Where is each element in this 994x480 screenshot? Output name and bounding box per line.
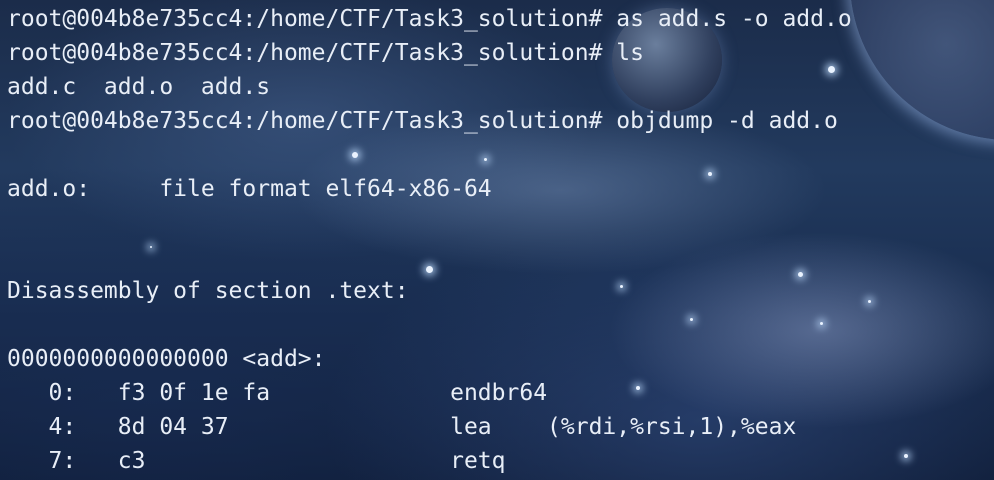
star-decoration <box>868 300 871 303</box>
symbol-label-line: 0000000000000000 <add>: <box>7 346 326 372</box>
planet-decoration <box>850 0 994 140</box>
terminal-output[interactable]: root@004b8e735cc4:/home/CTF/Task3_soluti… <box>7 2 852 478</box>
command-line: root@004b8e735cc4:/home/CTF/Task3_soluti… <box>7 6 852 32</box>
disassembly-line: 0: f3 0f 1e fa endbr64 <box>7 380 548 406</box>
file-format-line: add.o: file format elf64-x86-64 <box>7 176 492 202</box>
section-header-line: Disassembly of section .text: <box>7 278 409 304</box>
terminal-window[interactable]: root@004b8e735cc4:/home/CTF/Task3_soluti… <box>0 0 994 480</box>
disassembly-line: 4: 8d 04 37 lea (%rdi,%rsi,1),%eax <box>7 414 797 440</box>
disassembly-line: 7: c3 retq <box>7 448 506 474</box>
ls-output-line: add.c add.o add.s <box>7 74 271 100</box>
command-line: root@004b8e735cc4:/home/CTF/Task3_soluti… <box>7 108 838 134</box>
star-decoration <box>904 454 908 458</box>
command-line: root@004b8e735cc4:/home/CTF/Task3_soluti… <box>7 40 644 66</box>
